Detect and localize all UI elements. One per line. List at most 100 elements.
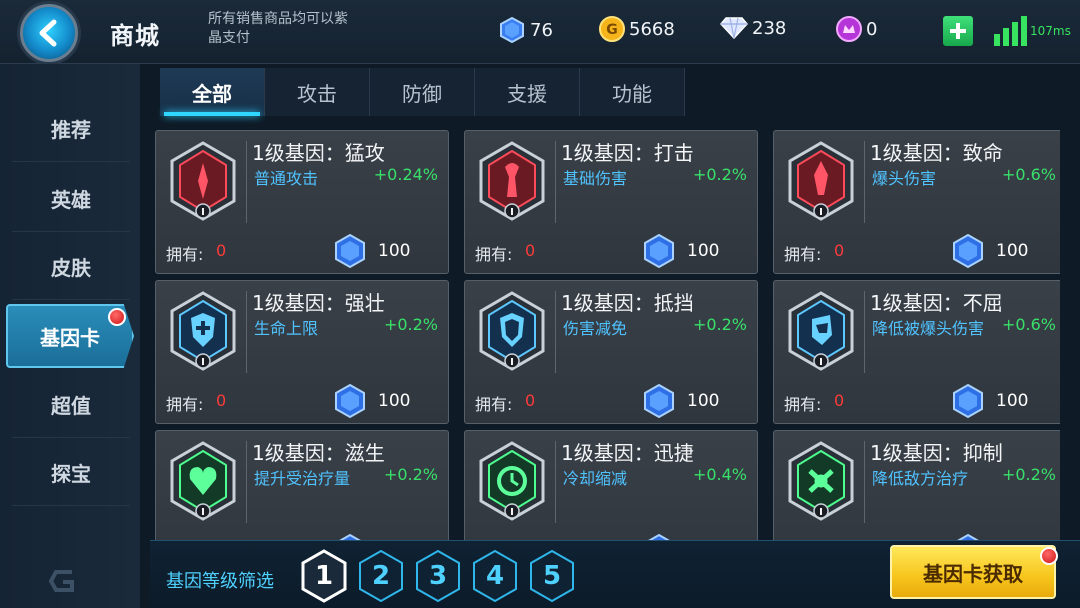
tab-defense[interactable]: 防御: [370, 68, 475, 116]
gene-card-grid: I 1级基因：猛攻 普通攻击 +0.24% 拥有: 0 100 I 1级基因：打击 基础伤害 +0.…: [155, 130, 1060, 540]
card-bonus: +0.4%: [692, 465, 747, 484]
red-axe-gene-icon: I: [479, 141, 545, 221]
card-title: 1级基因：猛攻: [252, 141, 385, 165]
card-bonus: +0.2%: [692, 315, 747, 334]
gene-card[interactable]: I 1级基因：抵挡 伤害减免 +0.2% 拥有: 0 100: [464, 280, 758, 424]
level-filter-1[interactable]: 1: [300, 549, 348, 603]
card-level-badge: I: [510, 507, 514, 518]
card-effect: 伤害减免: [563, 319, 628, 338]
level-filter-label: 2: [371, 561, 391, 591]
sidebar-item-treasure-hunt[interactable]: 探宝: [12, 440, 130, 506]
card-effect: 冷却缩减: [563, 469, 628, 488]
owned-label: 拥有:: [784, 245, 822, 264]
back-button[interactable]: [20, 4, 78, 62]
level-filter-4[interactable]: 4: [471, 549, 519, 603]
level-filter-label: 3: [428, 561, 448, 591]
card-price: 100: [687, 241, 720, 261]
card-title: 1级基因：抵挡: [561, 291, 694, 315]
card-divider: [555, 291, 556, 373]
gene-card[interactable]: I 1级基因：致命 爆头伤害 +0.6% 拥有: 0 100: [773, 130, 1060, 274]
gene-card[interactable]: I 1级基因：猛攻 普通攻击 +0.24% 拥有: 0 100: [155, 130, 449, 274]
bottom-bar: 基因等级筛选 1 2 3 4 5 基因卡获取: [150, 540, 1080, 608]
owned-count: 0: [216, 391, 227, 410]
hex-gem-amount: 76: [530, 19, 553, 41]
tab-utility[interactable]: 功能: [580, 68, 685, 116]
card-level-badge: I: [510, 357, 514, 368]
tab-label: 支援: [507, 81, 547, 106]
level-filter-label: 5: [542, 561, 562, 591]
card-price: 100: [378, 241, 411, 261]
get-gene-card-label: 基因卡获取: [923, 561, 1023, 586]
back-arrow-icon: [39, 19, 57, 47]
notification-badge: [1040, 547, 1058, 565]
gene-card[interactable]: I 1级基因：强壮 生命上限 +0.2% 拥有: 0 100: [155, 280, 449, 424]
sidebar-item-label: 推荐: [51, 118, 91, 142]
hex-gem-icon: [957, 533, 979, 540]
green-cooldown-gene-icon: I: [479, 441, 545, 521]
game-logo-icon: [48, 570, 74, 592]
card-effect: 基础伤害: [563, 169, 628, 188]
card-bonus: +0.2%: [692, 165, 747, 184]
card-effect: 普通攻击: [254, 169, 319, 188]
sidebar-item-label: 英雄: [51, 188, 91, 212]
hex-gem-icon: [335, 233, 365, 269]
gene-card[interactable]: I 1级基因：不屈 降低被爆头伤害 +0.6% 拥有: 0 100: [773, 280, 1060, 424]
gold-coin-icon: G: [599, 16, 625, 42]
card-divider: [246, 141, 247, 223]
sidebar-item-value-deals[interactable]: 超值: [12, 372, 130, 438]
card-title: 1级基因：强壮: [252, 291, 385, 315]
tab-label: 全部: [192, 81, 232, 106]
diamond-icon: [720, 17, 748, 40]
card-bonus: +0.2%: [1001, 465, 1056, 484]
gene-card[interactable]: I 1级基因：打击 基础伤害 +0.2% 拥有: 0 100: [464, 130, 758, 274]
category-tabs: 全部 攻击 防御 支援 功能: [160, 68, 685, 116]
owned-label: 拥有:: [166, 245, 204, 264]
hex-gem-icon: [644, 233, 674, 269]
hex-gem-icon: [339, 533, 361, 540]
level-filter-2[interactable]: 2: [357, 549, 405, 603]
card-title: 1级基因：迅捷: [561, 441, 694, 465]
card-title: 1级基因：滋生: [252, 441, 385, 465]
tab-all[interactable]: 全部: [160, 68, 265, 116]
card-title: 1级基因：不屈: [870, 291, 1003, 315]
recharge-plus-button[interactable]: [943, 16, 973, 46]
sidebar-item-label: 皮肤: [51, 256, 91, 280]
svg-text:G: G: [606, 22, 618, 38]
owned-count: 0: [834, 391, 845, 410]
level-filter-3[interactable]: 3: [414, 549, 462, 603]
owned-count: 0: [834, 241, 845, 260]
tab-label: 功能: [612, 81, 652, 106]
hex-gem-icon: [648, 533, 670, 540]
tab-attack[interactable]: 攻击: [265, 68, 370, 116]
card-level-badge: I: [201, 507, 205, 518]
get-gene-card-button[interactable]: 基因卡获取: [890, 545, 1056, 599]
card-divider: [555, 141, 556, 223]
sidebar-item-recommended[interactable]: 推荐: [12, 96, 130, 162]
gene-card[interactable]: I1级基因：滋生提升受治疗量+0.2%拥有:0100: [155, 430, 449, 540]
tab-label: 攻击: [297, 81, 337, 106]
card-divider: [864, 291, 865, 373]
card-level-badge: I: [201, 207, 205, 218]
sidebar-item-heroes[interactable]: 英雄: [12, 166, 130, 232]
sidebar-item-skins[interactable]: 皮肤: [12, 234, 130, 300]
diamond-currency: 238: [720, 16, 786, 40]
gene-card[interactable]: I1级基因：抑制降低敌方治疗+0.2%拥有:0100: [773, 430, 1060, 540]
card-divider: [864, 141, 865, 223]
diamond-amount: 238: [752, 17, 787, 39]
card-divider: [555, 441, 556, 523]
level-filter-label: 1: [314, 561, 334, 591]
purple-crystal-currency: 0: [836, 16, 877, 42]
page-title: 商城: [110, 22, 160, 50]
purple-crystal-icon: [836, 16, 862, 42]
tab-support[interactable]: 支援: [475, 68, 580, 116]
card-bonus: +0.24%: [373, 165, 438, 184]
ping-readout: 107ms: [1030, 24, 1071, 38]
sidebar-item-label: 基因卡: [40, 325, 100, 350]
card-price: 100: [996, 391, 1029, 411]
owned-label: 拥有:: [475, 245, 513, 264]
gold-amount: 5668: [629, 18, 675, 40]
red-sword-gene-icon: I: [170, 141, 236, 221]
gene-card[interactable]: I1级基因：迅捷冷却缩减+0.4%拥有:0100: [464, 430, 758, 540]
hex-gem-currency: 76: [498, 16, 553, 44]
level-filter-5[interactable]: 5: [528, 549, 576, 603]
